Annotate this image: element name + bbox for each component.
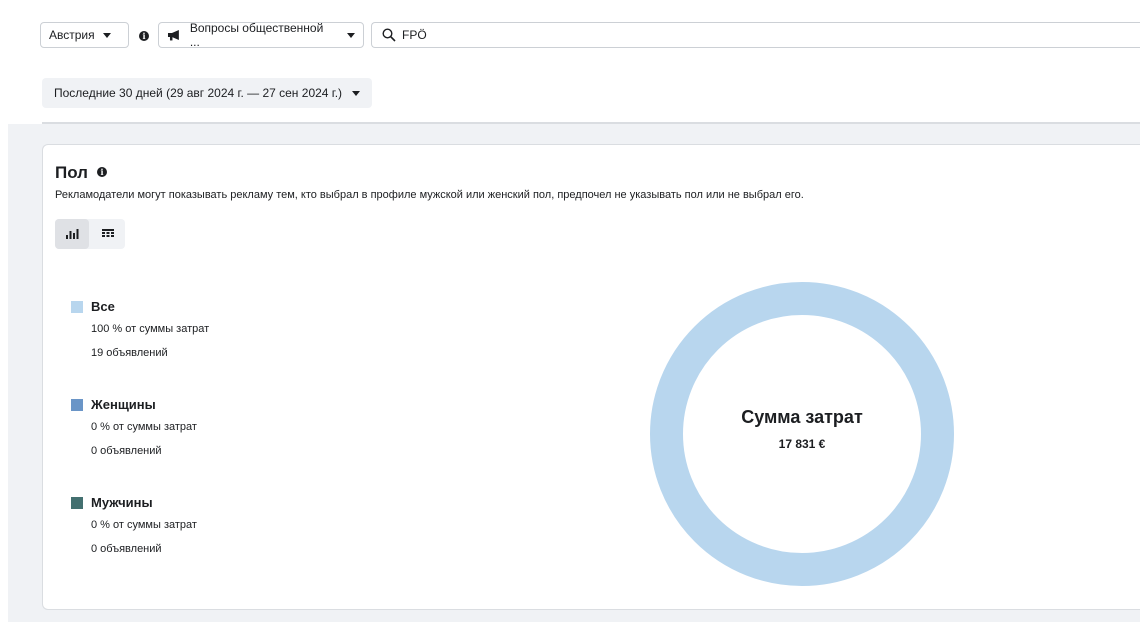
donut-center-value: 17 831 € <box>778 437 826 451</box>
donut-center-title: Сумма затрат <box>741 407 863 427</box>
search-value: FPÖ <box>402 28 427 42</box>
legend-swatch <box>71 399 83 411</box>
card-title: Пол <box>55 163 88 182</box>
legend-swatch <box>71 301 83 313</box>
country-dropdown-label: Австрия <box>49 28 95 42</box>
legend-share: 100 % от суммы затрат <box>91 323 210 335</box>
date-range-dropdown[interactable]: Последние 30 дней (29 авг 2024 г. — 27 с… <box>42 78 373 108</box>
table-view-button[interactable] <box>91 219 125 249</box>
megaphone-icon <box>167 30 179 41</box>
legend-ads: 0 объявлений <box>91 543 162 555</box>
search-input[interactable]: FPÖ <box>371 22 1140 48</box>
chart-view-button[interactable] <box>55 219 89 249</box>
legend-name: Все <box>91 299 115 314</box>
table-icon <box>102 229 114 237</box>
legend-share: 0 % от суммы затрат <box>91 519 197 531</box>
view-toggle-group <box>55 219 125 249</box>
chevron-down-icon <box>102 32 111 38</box>
category-dropdown-label: Вопросы общественной ... <box>189 21 324 49</box>
spend-donut-chart <box>650 282 954 586</box>
info-icon[interactable]: i <box>97 167 107 177</box>
info-icon[interactable]: i <box>139 31 149 41</box>
category-dropdown[interactable]: Вопросы общественной ... <box>158 21 364 49</box>
bar-chart-icon <box>66 229 79 239</box>
chevron-down-icon <box>352 90 361 96</box>
country-dropdown[interactable]: Австрия <box>40 22 129 48</box>
gender-card: Пол i Рекламодатели могут показывать рек… <box>42 144 1140 610</box>
donut-slice-1 <box>650 282 954 586</box>
legend-name: Женщины <box>91 397 156 412</box>
legend-ads: 0 объявлений <box>91 445 162 457</box>
date-range-label: Последние 30 дней (29 авг 2024 г. — 27 с… <box>54 86 343 100</box>
chevron-down-icon <box>347 32 355 38</box>
filter-bar: Австрия i Вопросы общественной ... FPÖ <box>0 0 1140 67</box>
legend-swatch <box>71 497 83 509</box>
legend-name: Мужчины <box>91 495 153 510</box>
legend-ads: 19 объявлений <box>91 347 168 359</box>
legend-share: 0 % от суммы затрат <box>91 421 197 433</box>
date-row: Последние 30 дней (29 авг 2024 г. — 27 с… <box>0 66 1140 122</box>
search-icon <box>382 28 396 42</box>
card-description: Рекламодатели могут показывать рекламу т… <box>55 189 804 201</box>
